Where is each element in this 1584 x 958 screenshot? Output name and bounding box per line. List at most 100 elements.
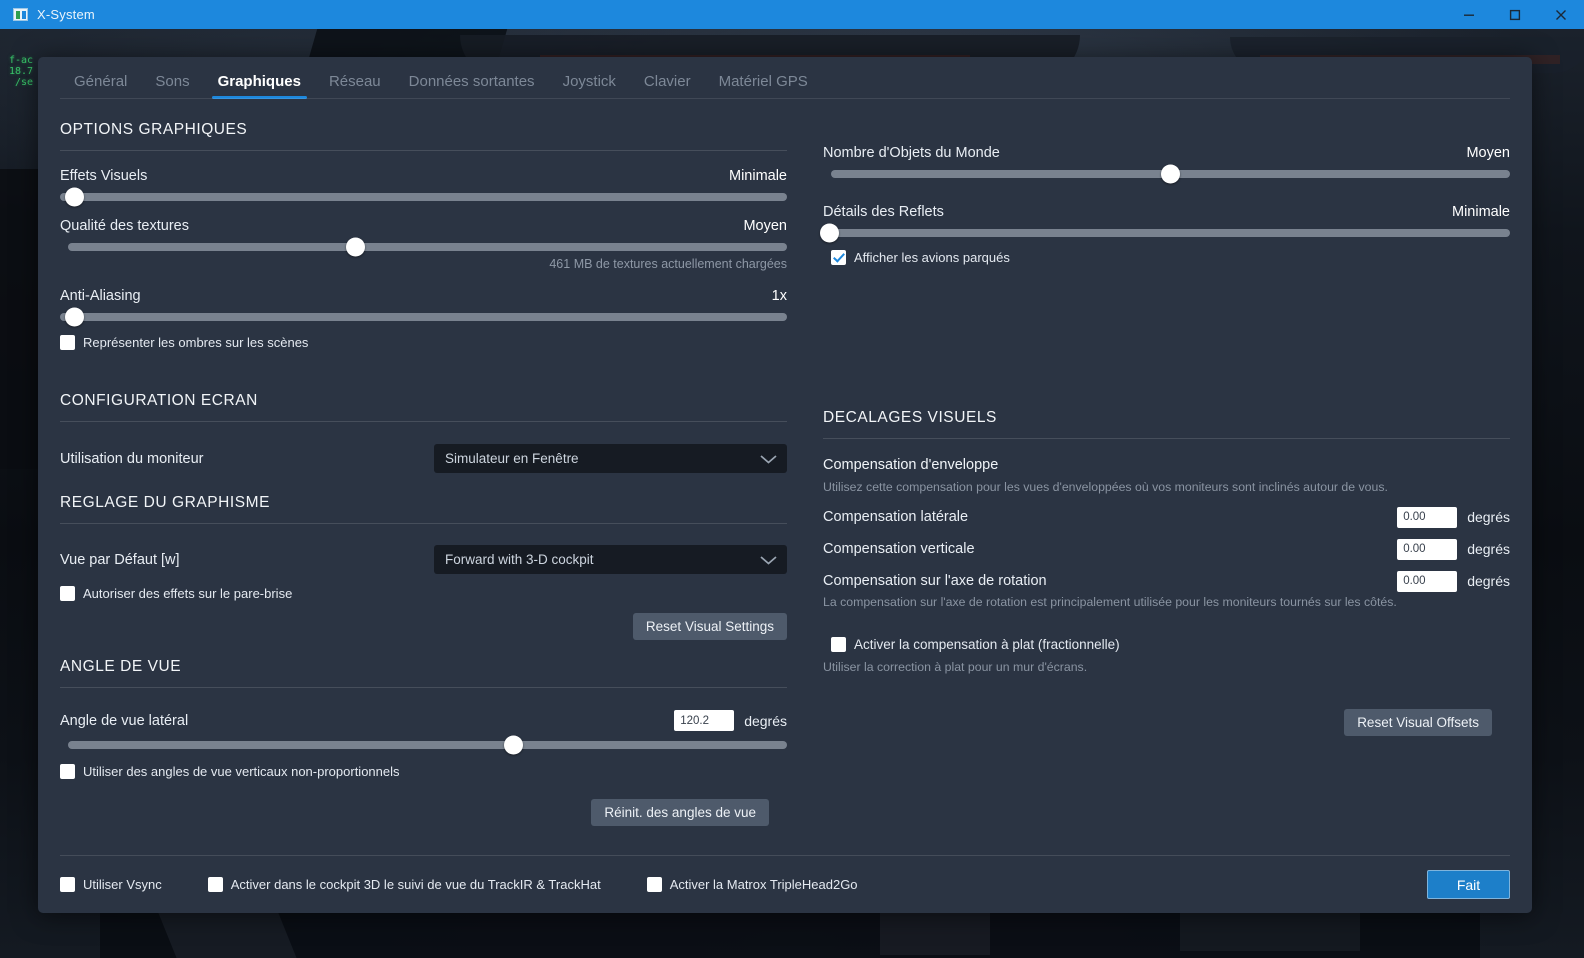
tab-sons[interactable]: Sons — [141, 73, 203, 99]
rotation-compensation-input[interactable]: 0.00 — [1397, 570, 1458, 592]
texture-memory-note: 461 MB de textures actuellement chargées — [549, 257, 787, 271]
window-controls — [1446, 0, 1584, 29]
maximize-button[interactable] — [1492, 0, 1538, 29]
screen-config-title: CONFIGURATION ECRAN — [60, 392, 258, 409]
tab-graphiques[interactable]: Graphiques — [204, 73, 315, 99]
tab-donnees-sortantes[interactable]: Données sortantes — [395, 73, 549, 99]
lateral-view-angle-unit: degrés — [744, 712, 787, 729]
section-divider — [60, 523, 787, 524]
slider-qualite-textures: Qualité des textures Moyen 461 MB de tex… — [60, 218, 787, 271]
window-titlebar: X-System — [0, 0, 1584, 29]
tab-materiel-gps[interactable]: Matériel GPS — [705, 73, 822, 99]
monitor-usage-dropdown[interactable]: Simulateur en Fenêtre — [434, 444, 787, 473]
slider-knob[interactable] — [65, 307, 85, 327]
monitor-usage-value: Simulateur en Fenêtre — [445, 451, 579, 466]
slider-details-reflets: Détails des Reflets Minimale — [820, 204, 1510, 243]
close-button[interactable] — [1538, 0, 1584, 29]
windshield-effects-label: Autoriser des effets sur le pare-brise — [83, 586, 293, 601]
slider-knob[interactable] — [504, 735, 524, 755]
graphism-settings-title: REGLAGE DU GRAPHISME — [60, 494, 270, 511]
lateral-compensation-input[interactable]: 0.00 — [1397, 506, 1458, 528]
envelope-compensation-hint: Utilisez cette compensation pour les vue… — [823, 480, 1388, 494]
rotation-compensation-row: Compensation sur l'axe de rotation 0.00 … — [823, 570, 1510, 592]
slider-knob[interactable] — [1161, 164, 1180, 184]
flat-compensation-label: Activer la compensation à plat (fraction… — [854, 636, 1120, 652]
done-button[interactable]: Fait — [1427, 870, 1510, 899]
checkbox-row-ombres: Représenter les ombres sur les scènes — [60, 335, 787, 350]
tab-general[interactable]: Général — [60, 73, 141, 99]
monitor-usage-row: Utilisation du moniteur Simulateur en Fe… — [60, 444, 787, 473]
slider-effets-visuels: Effets Visuels Minimale — [60, 168, 787, 207]
reset-visual-settings-button[interactable]: Reset Visual Settings — [632, 613, 787, 640]
app-icon — [13, 8, 28, 21]
slider-label: Détails des Reflets — [823, 204, 944, 220]
section-divider — [60, 150, 787, 151]
slider-track[interactable] — [831, 164, 1510, 184]
default-view-label: Vue par Défaut [w] — [60, 551, 180, 568]
tab-joystick[interactable]: Joystick — [549, 73, 630, 99]
rotation-compensation-unit: degrés — [1467, 573, 1510, 590]
parked-aircraft-checkbox[interactable] — [831, 250, 846, 265]
lateral-compensation-unit: degrés — [1467, 509, 1510, 526]
slider-value: Minimale — [1451, 204, 1510, 220]
slider-track[interactable] — [68, 237, 787, 257]
slider-value: Moyen — [1466, 145, 1510, 161]
slider-anti-aliasing: Anti-Aliasing 1x — [60, 288, 787, 327]
tab-clavier[interactable]: Clavier — [630, 73, 705, 99]
non-proportional-checkbox[interactable] — [60, 764, 75, 779]
slider-track[interactable] — [820, 223, 1510, 243]
section-divider — [823, 438, 1510, 439]
trackir-checkbox[interactable] — [207, 877, 223, 892]
lateral-view-angle-label: Angle de vue latéral — [60, 712, 189, 729]
left-column: OPTIONS GRAPHIQUES Effets Visuels Minima… — [60, 99, 787, 855]
slider-track[interactable] — [68, 735, 787, 755]
slider-knob[interactable] — [820, 223, 840, 243]
slider-knob[interactable] — [65, 187, 85, 207]
vertical-compensation-input[interactable]: 0.00 — [1397, 538, 1458, 560]
shadows-checkbox[interactable] — [60, 335, 75, 350]
section-divider — [60, 687, 787, 688]
minimize-button[interactable] — [1446, 0, 1492, 29]
footer-checkboxes: Utiliser Vsync Activer dans le cockpit 3… — [60, 877, 904, 892]
chevron-down-icon — [760, 454, 777, 464]
default-view-value: Forward with 3-D cockpit — [445, 552, 594, 567]
reset-visual-offsets-button[interactable]: Reset Visual Offsets — [1344, 708, 1492, 736]
reset-visual-offsets-wrap: Reset Visual Offsets — [823, 708, 1510, 736]
windshield-effects-checkbox[interactable] — [60, 586, 75, 601]
reset-view-angles-wrap: Réinit. des angles de vue — [60, 799, 787, 826]
dialog-footer: Utiliser Vsync Activer dans le cockpit 3… — [60, 855, 1510, 913]
lateral-view-angle-row: Angle de vue latéral 120.2 degrés — [60, 710, 787, 731]
close-icon — [1556, 9, 1566, 20]
checkbox-row-matrox: Activer la Matrox TripleHead2Go — [646, 877, 858, 892]
flat-compensation-hint: Utiliser la correction à plat pour un mu… — [823, 659, 1088, 674]
slider-knob[interactable] — [346, 237, 366, 257]
flat-compensation-checkbox[interactable] — [831, 636, 846, 652]
vsync-checkbox[interactable] — [60, 877, 75, 892]
settings-tabbar: Général Sons Graphiques Réseau Données s… — [38, 57, 1532, 99]
tab-reseau[interactable]: Réseau — [315, 73, 395, 99]
matrox-checkbox[interactable] — [646, 877, 662, 892]
slider-track[interactable] — [60, 307, 787, 327]
slider-value: 1x — [771, 288, 787, 304]
settings-dialog: Général Sons Graphiques Réseau Données s… — [38, 57, 1532, 913]
visual-offsets-title: DECALAGES VISUELS — [823, 409, 997, 426]
monitor-usage-label: Utilisation du moniteur — [60, 450, 204, 467]
lateral-view-angle-input[interactable]: 120.2 — [674, 710, 735, 731]
slider-header: Qualité des textures Moyen — [60, 218, 787, 234]
checkbox-row-avions-parques: Afficher les avions parqués — [831, 250, 1510, 265]
slider-header: Détails des Reflets Minimale — [823, 204, 1510, 220]
graphics-options-title: OPTIONS GRAPHIQUES — [60, 121, 248, 138]
right-column: Nombre d'Objets du Monde Moyen Détails d… — [820, 99, 1510, 855]
application-window: f-ac 18.7 /se X-System Général Sons Grap… — [0, 0, 1584, 958]
minimize-icon — [1464, 14, 1474, 16]
window-title: X-System — [37, 7, 95, 22]
default-view-dropdown[interactable]: Forward with 3-D cockpit — [434, 545, 787, 574]
checkbox-row-pare-brise: Autoriser des effets sur le pare-brise — [60, 586, 787, 601]
slider-objets-monde: Nombre d'Objets du Monde Moyen — [823, 145, 1510, 184]
matrox-label: Activer la Matrox TripleHead2Go — [669, 877, 858, 892]
checkbox-row-vsync: Utiliser Vsync — [60, 877, 162, 892]
reset-view-angles-button[interactable]: Réinit. des angles de vue — [591, 799, 769, 826]
slider-track[interactable] — [60, 187, 787, 207]
default-view-row: Vue par Défaut [w] Forward with 3-D cock… — [60, 545, 787, 574]
lateral-view-angle-slider — [60, 735, 787, 755]
